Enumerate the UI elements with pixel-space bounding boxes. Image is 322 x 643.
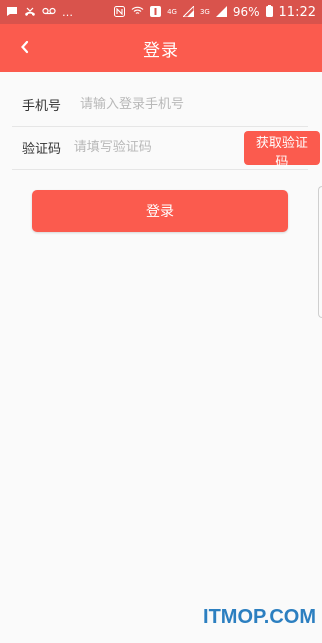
voicemail-icon <box>42 6 56 18</box>
signal-icon <box>181 4 195 19</box>
more-notifications: … <box>62 5 73 19</box>
status-left-icons: … <box>6 6 73 19</box>
signal-3g-label: 3G <box>199 8 210 16</box>
code-label: 验证码 <box>22 142 62 157</box>
header-bar: 登录 <box>0 24 322 72</box>
phone-row: 手机号 <box>12 83 308 127</box>
phone-label: 手机号 <box>22 99 62 114</box>
notification-icon <box>150 5 162 19</box>
nfc-icon <box>114 5 126 19</box>
missed-call-icon <box>24 6 36 19</box>
code-input[interactable] <box>73 132 244 163</box>
message-icon <box>6 6 18 19</box>
clock: 11:22 <box>278 4 316 20</box>
back-button[interactable] <box>10 32 40 64</box>
chevron-left-icon <box>20 39 30 58</box>
signal-4g-label: 4G <box>167 8 177 16</box>
status-bar: … 4G 3G 96% 11:22 <box>0 0 322 24</box>
get-code-button[interactable]: 获取验证码 <box>243 130 320 170</box>
status-right-icons: 4G 3G 96% 11:22 <box>114 4 316 20</box>
side-edge-handle[interactable] <box>318 186 322 318</box>
code-row: 验证码 获取验证码 <box>12 126 320 170</box>
signal-icon-2 <box>215 5 227 19</box>
wifi-icon <box>131 6 144 18</box>
battery-icon <box>265 5 273 19</box>
login-button[interactable]: 登录 <box>32 190 288 232</box>
battery-percent: 96% <box>232 5 260 19</box>
page-title: 登录 <box>143 40 179 61</box>
phone-input[interactable] <box>80 89 308 120</box>
watermark-logo: ITMOP.COM <box>203 606 316 628</box>
